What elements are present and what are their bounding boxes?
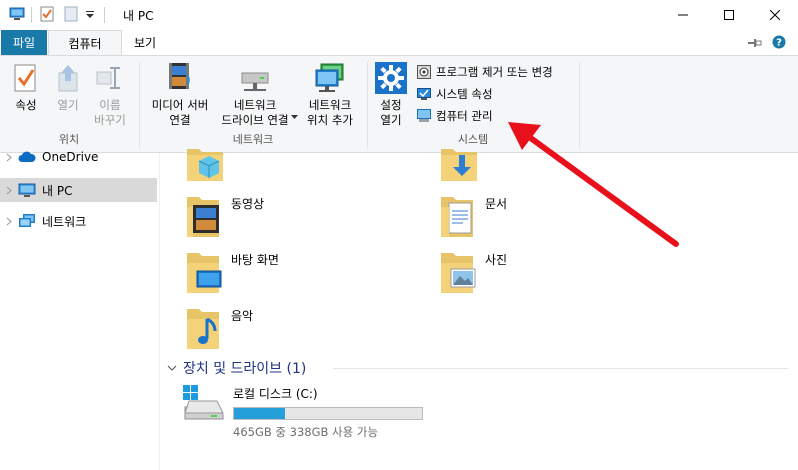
properties-button[interactable]: 속성 (8, 60, 44, 113)
maximize-button[interactable] (706, 0, 752, 30)
chevron-right-icon[interactable] (0, 153, 18, 162)
open-settings-button[interactable]: 설정 열기 (374, 60, 408, 128)
documents-folder-icon (439, 193, 479, 239)
folder-3d-objects[interactable] (185, 143, 225, 189)
videos-folder-icon (185, 193, 225, 239)
desktop-folder-icon (185, 249, 225, 295)
title-bar: 내 PC (0, 0, 798, 30)
drive-free-space: 465GB 중 338GB 사용 가능 (233, 425, 379, 439)
help-icon[interactable]: ? (772, 35, 786, 52)
drive-info: 로컬 디스크 (C:) 465GB 중 338GB 사용 가능 (233, 383, 423, 440)
group-separator (579, 62, 580, 148)
minimize-button[interactable] (660, 0, 706, 30)
uninstall-icon (416, 64, 432, 80)
music-folder-icon (185, 305, 225, 351)
devices-section-header[interactable]: 장치 및 드라이브 (1) (167, 358, 306, 378)
folder-pictures[interactable]: 사진 (439, 249, 507, 295)
computer-management-icon (416, 108, 432, 124)
folder-documents[interactable]: 문서 (439, 193, 507, 239)
computer-icon[interactable] (9, 7, 25, 24)
uninstall-program-button[interactable]: 프로그램 제거 또는 변경 (416, 62, 553, 82)
tab-computer[interactable]: 컴퓨터 (48, 30, 122, 55)
group-location: 속성 열기 이름 바꾸기 위치 (0, 56, 138, 152)
folder-music[interactable]: 음악 (185, 305, 253, 351)
add-network-location-button[interactable]: 네트워크 위치 추가 (300, 60, 360, 128)
new-folder-icon[interactable] (64, 6, 78, 25)
ribbon: 속성 열기 이름 바꾸기 위치 미디어 서버 연결 네트워크 드라이브 연결 네… (0, 55, 798, 153)
pictures-folder-icon (439, 249, 479, 295)
pin-ribbon-icon[interactable] (748, 37, 762, 51)
qa-separator (31, 7, 32, 23)
map-network-drive-button[interactable]: 네트워크 드라이브 연결 (216, 60, 298, 128)
drive-c[interactable]: 로컬 디스크 (C:) 465GB 중 338GB 사용 가능 (181, 383, 423, 440)
computer-icon (18, 182, 36, 198)
downloads-folder-icon (439, 143, 479, 189)
rename-button[interactable]: 이름 바꾸기 (88, 60, 132, 128)
qa-separator-2 (104, 7, 105, 23)
network-icon (18, 213, 36, 229)
folder-label: 바탕 화면 (231, 253, 279, 267)
window-controls (660, 0, 798, 30)
hard-drive-icon (181, 383, 225, 440)
section-divider (333, 368, 788, 369)
drive-usage-bar (233, 407, 423, 420)
network-location-icon (313, 60, 347, 96)
system-properties-icon (416, 86, 432, 102)
folder-label: 동영상 (231, 197, 265, 211)
properties-icon (13, 60, 39, 96)
chevron-down-icon[interactable] (167, 360, 177, 376)
content-pane: 동영상 문서 바탕 화면 사진 음악 장치 및 드라이브 (1) 로컬 디스크 … (161, 149, 798, 470)
nav-item-onedrive[interactable]: OneDrive (0, 145, 157, 169)
folder-label: 문서 (485, 197, 508, 211)
nav-item-this-pc[interactable]: 내 PC (0, 178, 157, 202)
rename-icon (95, 60, 125, 96)
folder-label: 사진 (485, 253, 508, 267)
navigation-pane: OneDrive 내 PC 네트워크 (0, 150, 160, 470)
network-drive-icon (238, 60, 272, 96)
settings-gear-icon (374, 60, 408, 96)
drive-name: 로컬 디스크 (C:) (233, 387, 318, 401)
folder-label: 음악 (231, 309, 254, 323)
3d-objects-folder-icon (185, 143, 225, 189)
tab-view[interactable]: 보기 (122, 30, 168, 55)
chevron-right-icon[interactable] (0, 186, 18, 195)
nav-item-network[interactable]: 네트워크 (0, 209, 157, 233)
folder-desktop[interactable]: 바탕 화면 (185, 249, 279, 295)
open-icon (55, 60, 81, 96)
ribbon-tabs: 파일 컴퓨터 보기 ? (0, 30, 798, 55)
folder-videos[interactable]: 동영상 (185, 193, 264, 239)
computer-management-button[interactable]: 컴퓨터 관리 (416, 106, 493, 126)
group-system: 설정 열기 프로그램 제거 또는 변경 시스템 속성 컴퓨터 관리 시스템 (368, 56, 578, 152)
ribbon-controls: ? (748, 35, 786, 52)
group-label-network: 네트워크 (232, 133, 274, 146)
system-properties-button[interactable]: 시스템 속성 (416, 84, 493, 104)
qa-dropdown-icon[interactable] (86, 8, 94, 22)
media-server-button[interactable]: 미디어 서버 연결 (144, 60, 216, 128)
quick-access-toolbar (0, 0, 113, 30)
drive-usage-fill (234, 408, 286, 419)
close-button[interactable] (752, 0, 798, 30)
media-server-icon (163, 60, 197, 96)
tab-file[interactable]: 파일 (1, 30, 47, 55)
group-network: 미디어 서버 연결 네트워크 드라이브 연결 네트워크 위치 추가 네트워크 (140, 56, 366, 152)
chevron-right-icon[interactable] (0, 217, 18, 226)
svg-text:?: ? (776, 38, 782, 49)
properties-check-icon[interactable] (40, 6, 54, 25)
open-button[interactable]: 열기 (50, 60, 86, 113)
window-title: 내 PC (123, 8, 154, 23)
cloud-icon (18, 149, 36, 165)
folder-downloads[interactable] (439, 143, 479, 189)
map-drive-dropdown-icon[interactable] (291, 109, 298, 124)
